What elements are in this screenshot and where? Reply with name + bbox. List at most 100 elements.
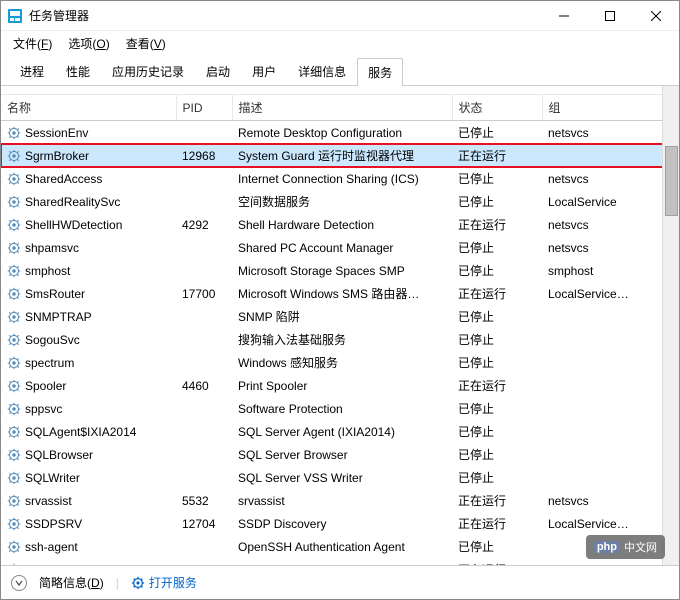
service-row[interactable]: ssh-agentOpenSSH Authentication Agent已停止 (1, 535, 679, 558)
minimize-button[interactable] (541, 1, 587, 31)
col-header-pid[interactable]: PID (176, 95, 232, 121)
cell-desc: Microsoft Storage Spaces SMP (232, 259, 452, 282)
service-row[interactable]: sppsvcSoftware Protection已停止 (1, 397, 679, 420)
cell-pid: 5328 (176, 558, 232, 565)
cell-desc: srvassist (232, 489, 452, 512)
cell-desc: Software Protection (232, 397, 452, 420)
watermark: php 中文网 (586, 535, 665, 559)
service-row[interactable]: SmsRouter17700Microsoft Windows SMS 路由器…… (1, 282, 679, 305)
service-icon (7, 241, 21, 255)
cell-status: 已停止 (452, 351, 542, 374)
menu-options[interactable]: 选项(O) (62, 33, 115, 54)
chevron-down-icon (15, 579, 23, 587)
fewer-details-toggle[interactable] (11, 575, 27, 591)
cell-desc: Internet Connection Sharing (ICS) (232, 167, 452, 190)
cell-pid (176, 420, 232, 443)
service-row[interactable]: SSDPSRV12704SSDP Discovery正在运行LocalServi… (1, 512, 679, 535)
tab-2[interactable]: 应用历史记录 (101, 57, 195, 85)
cell-status: 正在运行 (452, 489, 542, 512)
statusbar: 简略信息(D) | 打开服务 (1, 565, 679, 599)
services-grid[interactable]: 名称 PID 描述 状态 组 SessionEnvRemote Desktop … (1, 94, 679, 565)
close-button[interactable] (633, 1, 679, 31)
cell-group (542, 443, 679, 466)
cell-pid (176, 167, 232, 190)
scrollbar-thumb[interactable] (665, 146, 678, 216)
cell-status: 正在运行 (452, 374, 542, 397)
service-row[interactable]: Spooler4460Print Spooler正在运行 (1, 374, 679, 397)
col-header-name[interactable]: 名称 (1, 95, 176, 121)
service-row[interactable]: SQLAgent$IXIA2014SQL Server Agent (IXIA2… (1, 420, 679, 443)
service-row[interactable]: shpamsvcShared PC Account Manager已停止nets… (1, 236, 679, 259)
cell-name: ShellHWDetection (1, 213, 176, 236)
cell-desc: SQL Server Browser (232, 443, 452, 466)
tab-4[interactable]: 用户 (241, 57, 287, 85)
service-row[interactable]: SogouSvc搜狗输入法基础服务已停止 (1, 328, 679, 351)
service-row[interactable]: SgrmBroker12968System Guard 运行时监视器代理正在运行 (1, 144, 679, 167)
service-icon (7, 149, 21, 163)
cell-name: SstpSvc (1, 558, 176, 565)
tab-0[interactable]: 进程 (9, 57, 55, 85)
cell-desc: Microsoft Windows SMS 路由器… (232, 282, 452, 305)
service-icon (7, 379, 21, 393)
service-row[interactable]: smphostMicrosoft Storage Spaces SMP已停止sm… (1, 259, 679, 282)
cell-pid: 17700 (176, 282, 232, 305)
cell-name: ssh-agent (1, 535, 176, 558)
cell-status: 已停止 (452, 420, 542, 443)
vertical-scrollbar[interactable] (662, 86, 679, 565)
cell-status: 正在运行 (452, 558, 542, 565)
cell-group: netsvcs (542, 236, 679, 259)
gear-icon (131, 576, 145, 590)
cell-name: SharedRealitySvc (1, 190, 176, 213)
cell-pid (176, 351, 232, 374)
service-row[interactable]: srvassist5532srvassist正在运行netsvcs (1, 489, 679, 512)
service-icon (7, 172, 21, 186)
tab-1[interactable]: 性能 (55, 57, 101, 85)
cell-status: 已停止 (452, 466, 542, 489)
service-icon (7, 195, 21, 209)
service-row[interactable]: ShellHWDetection4292Shell Hardware Detec… (1, 213, 679, 236)
tab-5[interactable]: 详细信息 (287, 57, 357, 85)
cell-status: 已停止 (452, 443, 542, 466)
menu-file[interactable]: 文件(F) (7, 33, 58, 54)
service-row[interactable]: SharedAccessInternet Connection Sharing … (1, 167, 679, 190)
service-icon (7, 448, 21, 462)
task-manager-window: 任务管理器 文件(F) 选项(O) 查看(V) 进程性能应用历史记录启动用户详细… (0, 0, 680, 600)
cell-name: SQLBrowser (1, 443, 176, 466)
cell-group: LocalService… (542, 512, 679, 535)
cell-name: SNMPTRAP (1, 305, 176, 328)
service-row[interactable]: spectrumWindows 感知服务已停止 (1, 351, 679, 374)
col-header-group[interactable]: 组 (542, 95, 679, 121)
service-row[interactable]: SQLBrowser SQL Server Browser已停止 (1, 443, 679, 466)
tab-6[interactable]: 服务 (357, 58, 403, 86)
fewer-details-link[interactable]: 简略信息(D) (39, 574, 104, 591)
cell-pid (176, 397, 232, 420)
cell-pid (176, 328, 232, 351)
col-header-desc[interactable]: 描述 (232, 95, 452, 121)
titlebar[interactable]: 任务管理器 (1, 1, 679, 31)
maximize-button[interactable] (587, 1, 633, 31)
cell-pid: 4292 (176, 213, 232, 236)
app-icon (7, 8, 23, 24)
service-row[interactable]: SQLWriterSQL Server VSS Writer已停止 (1, 466, 679, 489)
open-services-link[interactable]: 打开服务 (131, 574, 197, 591)
menu-view[interactable]: 查看(V) (120, 33, 172, 54)
service-row[interactable]: SNMPTRAPSNMP 陷阱已停止 (1, 305, 679, 328)
service-icon (7, 494, 21, 508)
cell-pid (176, 443, 232, 466)
cell-name: SmsRouter (1, 282, 176, 305)
cell-name: Spooler (1, 374, 176, 397)
cell-status: 正在运行 (452, 512, 542, 535)
cell-desc: System Guard 运行时监视器代理 (232, 144, 452, 167)
watermark-brand: php (594, 541, 620, 553)
tab-3[interactable]: 启动 (195, 57, 241, 85)
service-row[interactable]: SstpSvc5328Secure Socket Tunneling Proto… (1, 558, 679, 565)
service-row[interactable]: SharedRealitySvc空间数据服务已停止LocalService (1, 190, 679, 213)
cell-name: spectrum (1, 351, 176, 374)
service-row[interactable]: SessionEnvRemote Desktop Configuration已停… (1, 121, 679, 145)
cell-desc: SQL Server Agent (IXIA2014) (232, 420, 452, 443)
cell-group (542, 144, 679, 167)
col-header-status[interactable]: 状态 (452, 95, 542, 121)
cell-pid (176, 466, 232, 489)
cell-pid (176, 305, 232, 328)
cell-pid (176, 190, 232, 213)
